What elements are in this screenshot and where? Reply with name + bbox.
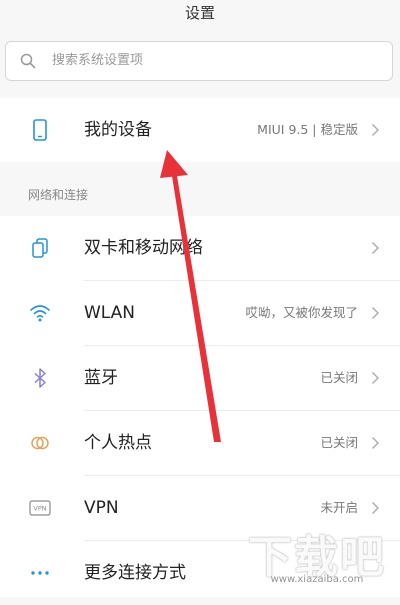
search-bar[interactable]: 搜索系统设置项 — [5, 41, 393, 81]
wlan-label: WLAN — [84, 303, 136, 323]
search-placeholder: 搜索系统设置项 — [52, 53, 144, 68]
watermark-url: www.xiazaiba.com — [270, 574, 364, 585]
bluetooth-row[interactable]: 蓝牙 已关闭 — [0, 346, 400, 410]
hotspot-status: 已关闭 — [320, 435, 358, 450]
chevron-right-icon — [372, 502, 379, 514]
my-device-version: MIUI 9.5 | 稳定版 — [257, 122, 358, 137]
sim-card-icon — [32, 238, 48, 258]
hotspot-label: 个人热点 — [84, 433, 152, 453]
wlan-row[interactable]: WLAN 哎呦，又被你发现了 — [0, 281, 400, 345]
section-header-network: 网络和连接 — [28, 188, 89, 202]
hotspot-row[interactable]: 个人热点 已关闭 — [0, 411, 400, 475]
chevron-right-icon — [372, 242, 379, 254]
phone-icon — [33, 119, 47, 141]
my-device-row[interactable]: 我的设备 MIUI 9.5 | 稳定版 — [0, 98, 400, 162]
search-icon — [20, 53, 36, 69]
dual-sim-row[interactable]: 双卡和移动网络 — [0, 216, 400, 280]
hotspot-icon — [31, 436, 49, 450]
more-connections-label: 更多连接方式 — [84, 563, 186, 583]
bluetooth-icon — [34, 368, 46, 388]
dual-sim-label: 双卡和移动网络 — [84, 238, 203, 258]
wlan-status: 哎呦，又被你发现了 — [245, 305, 358, 320]
chevron-right-icon — [372, 124, 379, 136]
chevron-right-icon — [372, 437, 379, 449]
page-title: 设置 — [184, 4, 215, 22]
wifi-icon — [30, 305, 50, 322]
watermark-logo: 下载吧 www.xiazaiba.com — [242, 521, 392, 585]
my-device-label: 我的设备 — [84, 120, 152, 140]
device-card: 我的设备 MIUI 9.5 | 稳定版 — [0, 98, 400, 162]
bluetooth-label: 蓝牙 — [84, 368, 118, 388]
bluetooth-status: 已关闭 — [320, 370, 358, 385]
vpn-icon: VPN — [29, 500, 51, 516]
vpn-icon-text: VPN — [33, 505, 46, 513]
vpn-label: VPN — [84, 498, 119, 518]
chevron-right-icon — [372, 307, 379, 319]
chevron-right-icon — [372, 372, 379, 384]
more-dots-icon — [31, 571, 49, 575]
